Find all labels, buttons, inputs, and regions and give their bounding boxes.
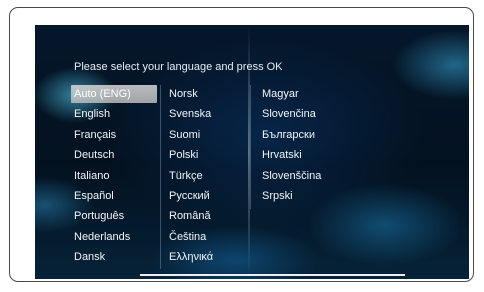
language-option-greek[interactable]: Ελληνικά [166, 248, 213, 268]
language-option-deutsch[interactable]: Deutsch [71, 146, 160, 166]
language-option-auto[interactable]: Auto (ENG) [71, 85, 160, 105]
language-option-norsk[interactable]: Norsk [166, 85, 213, 105]
language-option-romana[interactable]: Română [166, 207, 213, 227]
language-option-slovenscina[interactable]: Slovenščina [259, 167, 321, 187]
language-column-2: Norsk Svenska Suomi Polski Türkçe Русски… [166, 85, 213, 269]
language-option-hrvatski[interactable]: Hrvatski [259, 146, 321, 166]
language-column-3: Magyar Slovenčina Български Hrvatski Slo… [259, 85, 321, 207]
language-prompt: Please select your language and press OK [74, 61, 283, 73]
tv-frame: Please select your language and press OK… [9, 7, 474, 282]
language-option-suomi[interactable]: Suomi [166, 126, 213, 146]
language-option-srpski[interactable]: Srpski [259, 187, 321, 207]
language-option-turkce[interactable]: Türkçe [166, 167, 213, 187]
language-option-portugues[interactable]: Português [71, 207, 160, 227]
language-option-bulgarian[interactable]: Български [259, 126, 321, 146]
language-option-italiano[interactable]: Italiano [71, 167, 160, 187]
language-column-1: Auto (ENG) English Français Deutsch Ital… [71, 85, 160, 269]
tv-screen: Please select your language and press OK… [35, 25, 469, 279]
language-option-russian[interactable]: Русский [166, 187, 213, 207]
language-option-francais[interactable]: Français [71, 126, 160, 146]
column-divider [160, 85, 161, 269]
language-option-magyar[interactable]: Magyar [259, 85, 321, 105]
language-option-espanol[interactable]: Español [71, 187, 160, 207]
language-option-cestina[interactable]: Čeština [166, 228, 213, 248]
language-option-polski[interactable]: Polski [166, 146, 213, 166]
language-option-nederlands[interactable]: Nederlands [71, 228, 160, 248]
language-option-slovencina[interactable]: Slovenčina [259, 105, 321, 125]
language-option-svenska[interactable]: Svenska [166, 105, 213, 125]
language-option-english[interactable]: English [71, 105, 160, 125]
column-divider [250, 85, 251, 209]
language-option-dansk[interactable]: Dansk [71, 248, 160, 268]
screen-bottom-bar [140, 274, 405, 276]
